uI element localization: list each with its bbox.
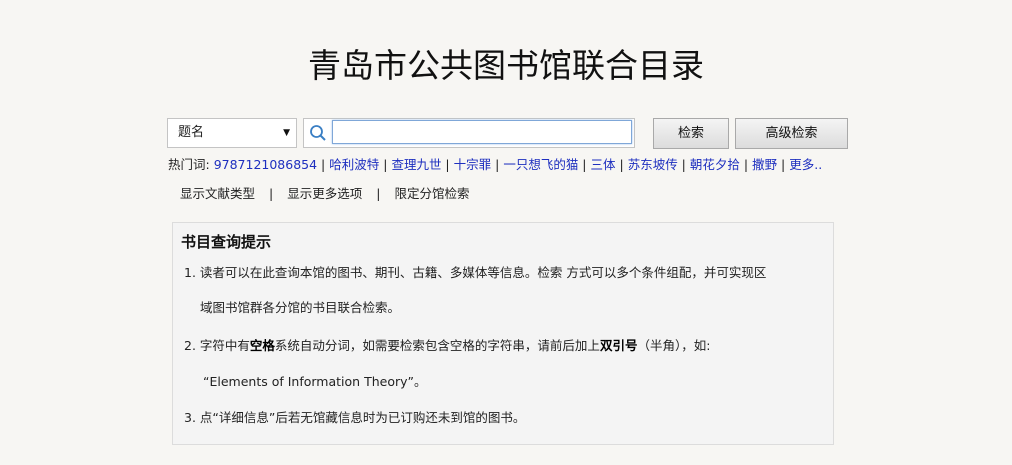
advanced-search-button[interactable]: 高级检索 xyxy=(735,118,848,149)
tip-item-1: 1. 读者可以在此查询本馆的图书、期刊、古籍、多媒体等信息。检索 方式可以多个条… xyxy=(184,265,767,280)
search-field-select[interactable]: 题名 ▼ xyxy=(167,118,297,148)
hot-words-label: 热门词: xyxy=(168,157,214,172)
tip-bold-quotes: 双引号 xyxy=(599,338,638,353)
show-doc-type-option[interactable]: 显示文献类型 xyxy=(180,186,255,201)
search-options: 显示文献类型 | 显示更多选项 | 限定分馆检索 xyxy=(180,186,470,201)
tip-bold-space: 空格 xyxy=(249,338,275,353)
hot-word-link[interactable]: 朝花夕拾 xyxy=(690,157,740,172)
page: 青岛市公共图书馆联合目录 题名 ▼ 检索 高级检索 热门词: 978712108… xyxy=(0,0,1012,465)
tip-item-2-example: “Elements of Information Theory”。 xyxy=(203,374,427,389)
search-input[interactable] xyxy=(332,120,632,144)
hot-word-link[interactable]: 撒野 xyxy=(752,157,777,172)
tips-title: 书目查询提示 xyxy=(181,233,272,251)
tip-item-3: 3. 点“详细信息”后若无馆藏信息时为已订购还未到馆的图书。 xyxy=(184,410,526,425)
limit-branch-option[interactable]: 限定分馆检索 xyxy=(394,186,469,201)
search-button[interactable]: 检索 xyxy=(653,118,729,149)
hot-word-link[interactable]: 哈利波特 xyxy=(329,157,379,172)
page-title: 青岛市公共图书馆联合目录 xyxy=(308,46,704,85)
hot-word-link[interactable]: 三体 xyxy=(591,157,616,172)
tip-item-2: 2. 字符中有空格系统自动分词，如需要检索包含空格的字符串，请前后加上双引号（半… xyxy=(184,338,711,353)
hot-word-link[interactable]: 查理九世 xyxy=(391,157,441,172)
search-field-selected: 题名 xyxy=(178,125,205,140)
hot-word-link[interactable]: 一只想飞的猫 xyxy=(503,157,578,172)
hot-word-link[interactable]: 苏东坡传 xyxy=(628,157,678,172)
hot-word-link[interactable]: 十宗罪 xyxy=(454,157,492,172)
search-icon xyxy=(310,125,326,141)
hot-words-more-link[interactable]: 更多.. xyxy=(789,157,822,172)
search-tips-panel: 书目查询提示 1. 读者可以在此查询本馆的图书、期刊、古籍、多媒体等信息。检索 … xyxy=(172,222,834,445)
chevron-down-icon: ▼ xyxy=(283,128,290,138)
tip-item-1-cont: 域图书馆群各分馆的书目联合检索。 xyxy=(200,300,401,315)
show-more-options[interactable]: 显示更多选项 xyxy=(287,186,362,201)
hot-words: 热门词: 9787121086854 | 哈利波特 | 查理九世 | 十宗罪 |… xyxy=(168,157,823,172)
search-box xyxy=(303,118,635,148)
hot-word-link[interactable]: 9787121086854 xyxy=(214,157,317,172)
